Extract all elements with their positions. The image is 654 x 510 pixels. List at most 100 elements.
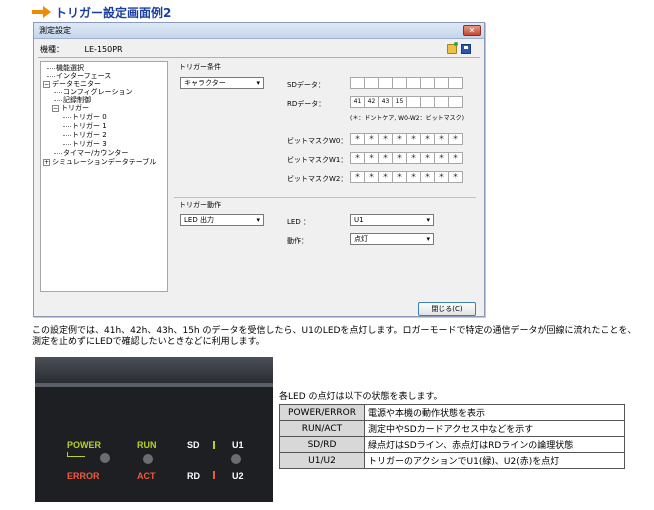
mask-cell[interactable]: ＊ xyxy=(420,152,435,164)
dialog-titlebar: 測定設定 ✕ xyxy=(34,23,484,39)
led-status-table: POWER/ERROR 電源や本機の動作状態を表示 RUN/ACT 測定中やSD… xyxy=(279,404,625,469)
tree-item-timer-counter[interactable]: タイマー/カウンター xyxy=(54,149,128,158)
led-panel-photo: POWER ERROR RUN ACT SD RD U1 U2 xyxy=(35,357,273,502)
rd-label: RD xyxy=(187,471,200,481)
tree-item-trigger-3[interactable]: トリガー 3 xyxy=(63,140,107,149)
open-folder-icon[interactable] xyxy=(447,42,458,54)
model-row: 機種： LE-150PR xyxy=(40,44,123,55)
mask-cell[interactable]: ＊ xyxy=(448,171,463,183)
u1-led xyxy=(231,454,241,464)
mask-cell[interactable]: ＊ xyxy=(378,133,393,145)
close-icon[interactable]: ✕ xyxy=(463,25,481,36)
sd-data-cell[interactable] xyxy=(364,77,379,89)
settings-dialog: 測定設定 ✕ 機種： LE-150PR 機能選択 インターフェース − データモニ… xyxy=(33,22,485,317)
sd-data-cell[interactable] xyxy=(420,77,435,89)
rd-data-label: RDデータ： xyxy=(287,100,326,108)
mask-cell[interactable]: ＊ xyxy=(350,133,365,145)
sd-data-cell[interactable] xyxy=(434,77,449,89)
tree-item-simulation-table[interactable]: + シミュレーションデータテーブル xyxy=(43,158,156,167)
trigger-action-label: トリガー動作 xyxy=(179,201,221,209)
mask-cell[interactable]: ＊ xyxy=(406,133,421,145)
rd-data-cell[interactable] xyxy=(448,96,463,108)
power-error-bracket xyxy=(67,452,85,457)
rd-data-cell[interactable]: 42 xyxy=(364,96,379,108)
mask-cell[interactable]: ＊ xyxy=(434,133,449,145)
condition-type-select[interactable]: キャラクター xyxy=(180,77,264,89)
mask-cell[interactable]: ＊ xyxy=(420,133,435,145)
table-row: RUN/ACT 測定中やSDカードアクセス中などを示す xyxy=(279,420,625,437)
u1-label: U1 xyxy=(232,440,244,450)
page-title: トリガー設定画面例2 xyxy=(55,5,172,20)
rd-data-cell[interactable] xyxy=(406,96,421,108)
page-heading: トリガー設定画面例2 xyxy=(32,3,171,21)
rd-data-cell[interactable]: 15 xyxy=(392,96,407,108)
sd-indicator xyxy=(213,441,215,449)
divider xyxy=(174,197,476,198)
mask-cell[interactable]: ＊ xyxy=(392,171,407,183)
close-button[interactable]: 閉じる(C) xyxy=(418,302,476,316)
mask-cell[interactable]: ＊ xyxy=(392,133,407,145)
mask-cell[interactable]: ＊ xyxy=(378,171,393,183)
power-led xyxy=(100,453,110,463)
mask-cell[interactable]: ＊ xyxy=(378,152,393,164)
tree-item-trigger[interactable]: − トリガー xyxy=(52,104,89,113)
sd-data-cell[interactable] xyxy=(392,77,407,89)
mask-cell[interactable]: ＊ xyxy=(448,152,463,164)
mask-cell[interactable]: ＊ xyxy=(364,152,379,164)
action-label: 動作： xyxy=(287,237,308,245)
tree-item-trigger-1[interactable]: トリガー 1 xyxy=(63,122,107,131)
act-label: ACT xyxy=(137,471,156,481)
divider xyxy=(38,57,480,58)
table-key: SD/RD xyxy=(279,436,365,453)
mask-cell[interactable]: ＊ xyxy=(434,152,449,164)
mask-cell[interactable]: ＊ xyxy=(350,171,365,183)
tree-item-trigger-0[interactable]: トリガー 0 xyxy=(63,113,107,122)
settings-tree: 機能選択 インターフェース − データモニター コンフィグレーション 記録制御 −… xyxy=(40,61,168,292)
run-led xyxy=(143,454,153,464)
rd-data-cell[interactable]: 43 xyxy=(378,96,393,108)
sd-data-cell[interactable] xyxy=(378,77,393,89)
mask-cell[interactable]: ＊ xyxy=(350,152,365,164)
panel-top xyxy=(35,357,273,383)
rd-data-cell[interactable]: 41 xyxy=(350,96,365,108)
mask-cell[interactable]: ＊ xyxy=(406,152,421,164)
led-label: LED ： xyxy=(287,218,310,226)
trigger-condition-label: トリガー条件 xyxy=(179,63,221,71)
table-value: トリガーのアクションでU1(緑)、U2(赤)を点灯 xyxy=(364,452,625,469)
action-select[interactable]: 点灯 xyxy=(350,233,434,245)
mask-cell[interactable]: ＊ xyxy=(406,171,421,183)
led-select[interactable]: U1 xyxy=(350,214,434,226)
sd-data-cell[interactable] xyxy=(448,77,463,89)
mask-cell[interactable]: ＊ xyxy=(392,152,407,164)
mask-cell[interactable]: ＊ xyxy=(364,133,379,145)
dialog-title: 測定設定 xyxy=(39,26,71,35)
model-label: 機種： xyxy=(40,45,64,54)
caption: この設定例では、41h、42h、43h、15h のデータを受信したら、U1のLE… xyxy=(32,326,637,347)
sd-data-cells xyxy=(350,77,463,89)
tree-item-trigger-2[interactable]: トリガー 2 xyxy=(63,131,107,140)
mask-cell[interactable]: ＊ xyxy=(434,171,449,183)
table-value: 測定中やSDカードアクセス中などを示す xyxy=(364,420,625,437)
table-row: U1/U2 トリガーのアクションでU1(緑)、U2(赤)を点灯 xyxy=(279,452,625,469)
rd-data-cell[interactable] xyxy=(420,96,435,108)
mask-w0-label: ビットマスクW0： xyxy=(287,137,348,145)
power-label: POWER xyxy=(67,440,102,450)
mask-cell[interactable]: ＊ xyxy=(420,171,435,183)
action-type-select[interactable]: LED 出力 xyxy=(180,214,264,226)
mask-cell[interactable]: ＊ xyxy=(364,171,379,183)
u2-label: U2 xyxy=(232,471,244,481)
mask-w1-label: ビットマスクW1： xyxy=(287,156,348,164)
table-row: SD/RD 緑点灯はSDライン、赤点灯はRDラインの論理状態 xyxy=(279,436,625,453)
sd-data-cell[interactable] xyxy=(406,77,421,89)
table-row: POWER/ERROR 電源や本機の動作状態を表示 xyxy=(279,404,625,421)
sd-data-cell[interactable] xyxy=(350,77,365,89)
mask-cell[interactable]: ＊ xyxy=(448,133,463,145)
rd-data-cells: 41 42 43 15 xyxy=(350,96,463,108)
model-value: LE-150PR xyxy=(84,45,123,54)
save-icon[interactable] xyxy=(461,44,471,54)
collapse-icon: − xyxy=(52,104,59,112)
rd-data-cell[interactable] xyxy=(434,96,449,108)
expand-icon: + xyxy=(43,158,50,166)
mask-w2-label: ビットマスクW2： xyxy=(287,175,348,183)
table-value: 緑点灯はSDライン、赤点灯はRDラインの論理状態 xyxy=(364,436,625,453)
